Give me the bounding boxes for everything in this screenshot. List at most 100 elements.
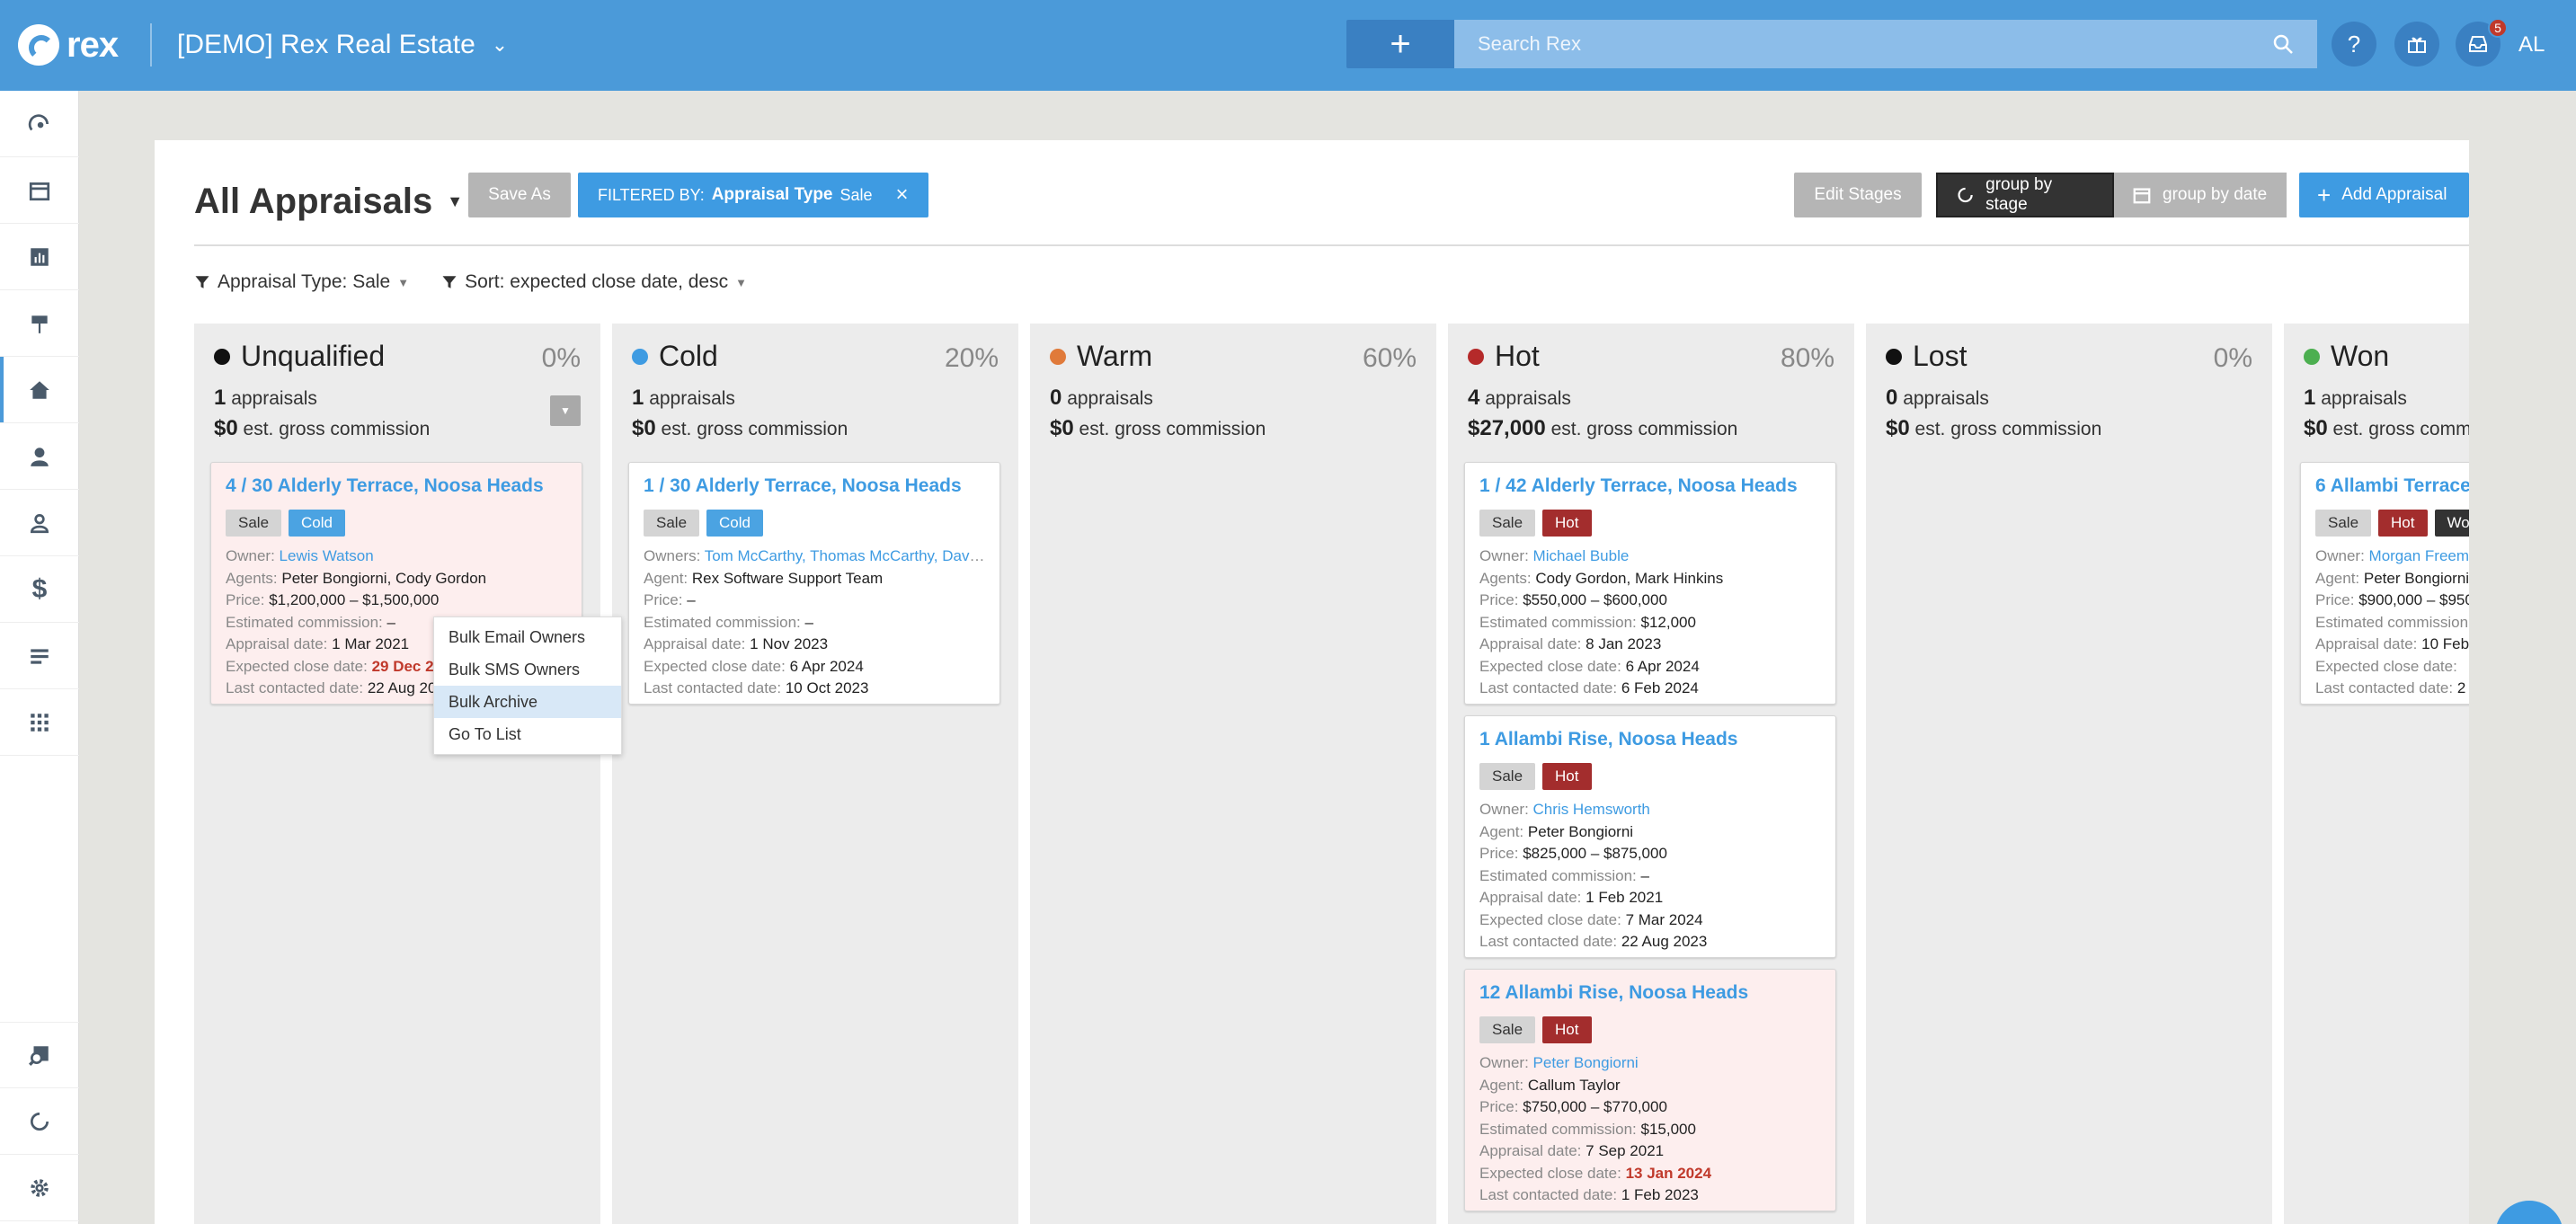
- price-value: –: [687, 591, 696, 608]
- column-percent: 0%: [2213, 343, 2252, 373]
- column-commission: $0: [2304, 416, 2328, 440]
- type-filter[interactable]: Appraisal Type: Sale ▼: [194, 271, 409, 293]
- sidebar-item-properties[interactable]: [0, 357, 79, 423]
- sidebar-item-finance[interactable]: $: [0, 556, 79, 623]
- count-label: appraisals: [2321, 388, 2407, 409]
- field-label: Owner:: [2315, 547, 2365, 564]
- sidebar-item-reports[interactable]: [0, 224, 79, 290]
- group-by-stage-label: group by stage: [1985, 175, 2053, 214]
- properties-icon: [30, 380, 49, 399]
- group-by-date-button[interactable]: group by date: [2114, 173, 2287, 217]
- agents-value: Peter Bongiorni, Cody Gordon: [281, 569, 487, 587]
- owners-link[interactable]: Tom McCarthy, Thomas McCarthy, Dave McCa…: [705, 547, 985, 564]
- sidebar-item-search-history[interactable]: [0, 1022, 79, 1088]
- commission-label: est. gross commission: [1914, 419, 2102, 439]
- column-header: Lost 0% 0 appraisals $0 est. gross commi…: [1866, 324, 2272, 458]
- edit-stages-button[interactable]: Edit Stages: [1794, 173, 1922, 217]
- appraisals-icon: [30, 513, 49, 533]
- appraisal-card[interactable]: 6 Allambi Terrace, Noosa Heads SaleHotWo…: [2300, 462, 2469, 705]
- card-title[interactable]: 12 Allambi Rise, Noosa Heads: [1479, 982, 1821, 1004]
- view-selector[interactable]: All Appraisals ▼: [194, 174, 463, 228]
- column-name: Won: [2331, 340, 2390, 372]
- menu-item-go-to-list[interactable]: Go To List: [434, 718, 621, 750]
- owner-link[interactable]: Chris Hemsworth: [1533, 801, 1650, 818]
- sidebar-item-settings[interactable]: [0, 1155, 79, 1221]
- add-appraisal-button[interactable]: + Add Appraisal: [2299, 173, 2469, 217]
- active-filter-chip[interactable]: FILTERED BY: Appraisal Type Sale ×: [578, 173, 928, 217]
- column-actions-menu: Bulk Email Owners Bulk SMS Owners Bulk A…: [433, 616, 622, 755]
- commission-label: est. gross commission: [243, 419, 431, 439]
- sidebar-item-listings[interactable]: [0, 290, 79, 357]
- column-percent: 20%: [944, 343, 999, 373]
- caret-down-icon: ▼: [397, 275, 410, 289]
- inbox-button[interactable]: 5: [2456, 18, 2508, 67]
- sidebar-item-appraisals[interactable]: [0, 490, 79, 556]
- sidebar-item-calendar[interactable]: [0, 157, 79, 224]
- sidebar-item-sync[interactable]: [0, 1088, 79, 1155]
- caret-down-icon: ▼: [560, 404, 571, 417]
- field-label: Agent:: [644, 569, 688, 587]
- page-title: All Appraisals: [194, 181, 433, 221]
- sidebar-item-dashboard[interactable]: [0, 91, 79, 157]
- search-icon[interactable]: [2272, 33, 2294, 55]
- menu-item-bulk-archive[interactable]: Bulk Archive: [434, 686, 621, 718]
- field-label: Price:: [644, 591, 683, 608]
- menu-item-bulk-sms-owners[interactable]: Bulk SMS Owners: [434, 653, 621, 686]
- owner-link[interactable]: Lewis Watson: [280, 547, 374, 564]
- account-switcher[interactable]: [DEMO] Rex Real Estate ⌄: [177, 25, 508, 65]
- save-as-button[interactable]: Save As: [468, 173, 571, 217]
- owner-link[interactable]: Peter Bongiorni: [1533, 1054, 1639, 1071]
- sidebar-item-contacts[interactable]: [0, 423, 79, 490]
- gift-button[interactable]: [2394, 22, 2439, 67]
- column-header: Cold 20% 1 appraisals $0 est. gross comm…: [612, 324, 1018, 458]
- sidebar-item-lists[interactable]: [0, 623, 79, 689]
- field-label: Appraisal date:: [1479, 635, 1582, 652]
- column-commission: $0: [1050, 416, 1074, 440]
- column-name: Lost: [1913, 340, 1968, 372]
- agent-value: Peter Bongiorni: [1527, 822, 1634, 840]
- card-title[interactable]: 4 / 30 Alderly Terrace, Noosa Heads: [226, 475, 567, 497]
- card-title[interactable]: 6 Allambi Terrace, Noosa Heads: [2315, 475, 2469, 497]
- group-by-stage-button[interactable]: group by stage: [1936, 173, 2114, 217]
- close-icon[interactable]: ×: [896, 182, 909, 208]
- owner-link[interactable]: Michael Buble: [1533, 547, 1630, 564]
- last-contacted-value: 6 Feb 2024: [1621, 679, 1699, 696]
- group-by-date-label: group by date: [2163, 185, 2268, 204]
- sort-filter[interactable]: Sort: expected close date, desc ▼: [441, 271, 747, 293]
- card-title[interactable]: 1 / 42 Alderly Terrace, Noosa Heads: [1479, 475, 1821, 497]
- column-count: 1: [214, 386, 227, 410]
- appraisal-card[interactable]: 1 Allambi Rise, Noosa Heads Sale Hot Owne…: [1464, 715, 1836, 958]
- column-commission: $0: [1886, 416, 1910, 440]
- commission-value: –: [1640, 866, 1649, 884]
- quick-add-button[interactable]: +: [1346, 20, 1454, 68]
- field-label: Last contacted date:: [644, 679, 782, 696]
- divider: [150, 23, 152, 67]
- card-title[interactable]: 1 / 30 Alderly Terrace, Noosa Heads: [644, 475, 985, 497]
- field-label: Last contacted date:: [226, 679, 364, 696]
- field-label: Appraisal date:: [1479, 889, 1582, 906]
- column-won: Won 1 appraisals $0 est. gross commissio…: [2284, 324, 2469, 1224]
- column-count: 0: [1886, 386, 1898, 410]
- column-header: Unqualified 0% 1 appraisals $0 est. gros…: [194, 324, 600, 458]
- appraisal-card[interactable]: 12 Allambi Rise, Noosa Heads Sale Hot Own…: [1464, 969, 1836, 1211]
- add-icon: +: [1390, 23, 1411, 64]
- help-button[interactable]: ?: [2332, 22, 2376, 67]
- price-value: $900,000 – $950,000: [2358, 591, 2469, 608]
- field-label: Expected close date:: [1479, 657, 1621, 675]
- column-menu-button[interactable]: ▼: [550, 395, 581, 426]
- menu-item-bulk-email-owners[interactable]: Bulk Email Owners: [434, 621, 621, 653]
- user-avatar[interactable]: AL: [2518, 25, 2545, 65]
- chat-launcher-button[interactable]: [2495, 1201, 2563, 1224]
- commission-value: $12,000: [1640, 613, 1696, 631]
- card-title[interactable]: 1 Allambi Rise, Noosa Heads: [1479, 729, 1821, 750]
- sidebar-item-apps[interactable]: [0, 689, 79, 756]
- search-history-icon: [29, 1046, 49, 1066]
- global-search: [1454, 20, 2317, 68]
- rex-logo[interactable]: rex: [18, 23, 119, 67]
- owner-link[interactable]: Morgan Freeman: [2369, 547, 2469, 564]
- appraisal-card[interactable]: 1 / 42 Alderly Terrace, Noosa Heads Sale…: [1464, 462, 1836, 705]
- appraisal-card[interactable]: 1 / 30 Alderly Terrace, Noosa Heads Sale…: [628, 462, 1000, 705]
- tag-sale: Sale: [1479, 763, 1536, 790]
- search-input[interactable]: [1478, 32, 2294, 56]
- field-label: Appraisal date:: [226, 635, 328, 652]
